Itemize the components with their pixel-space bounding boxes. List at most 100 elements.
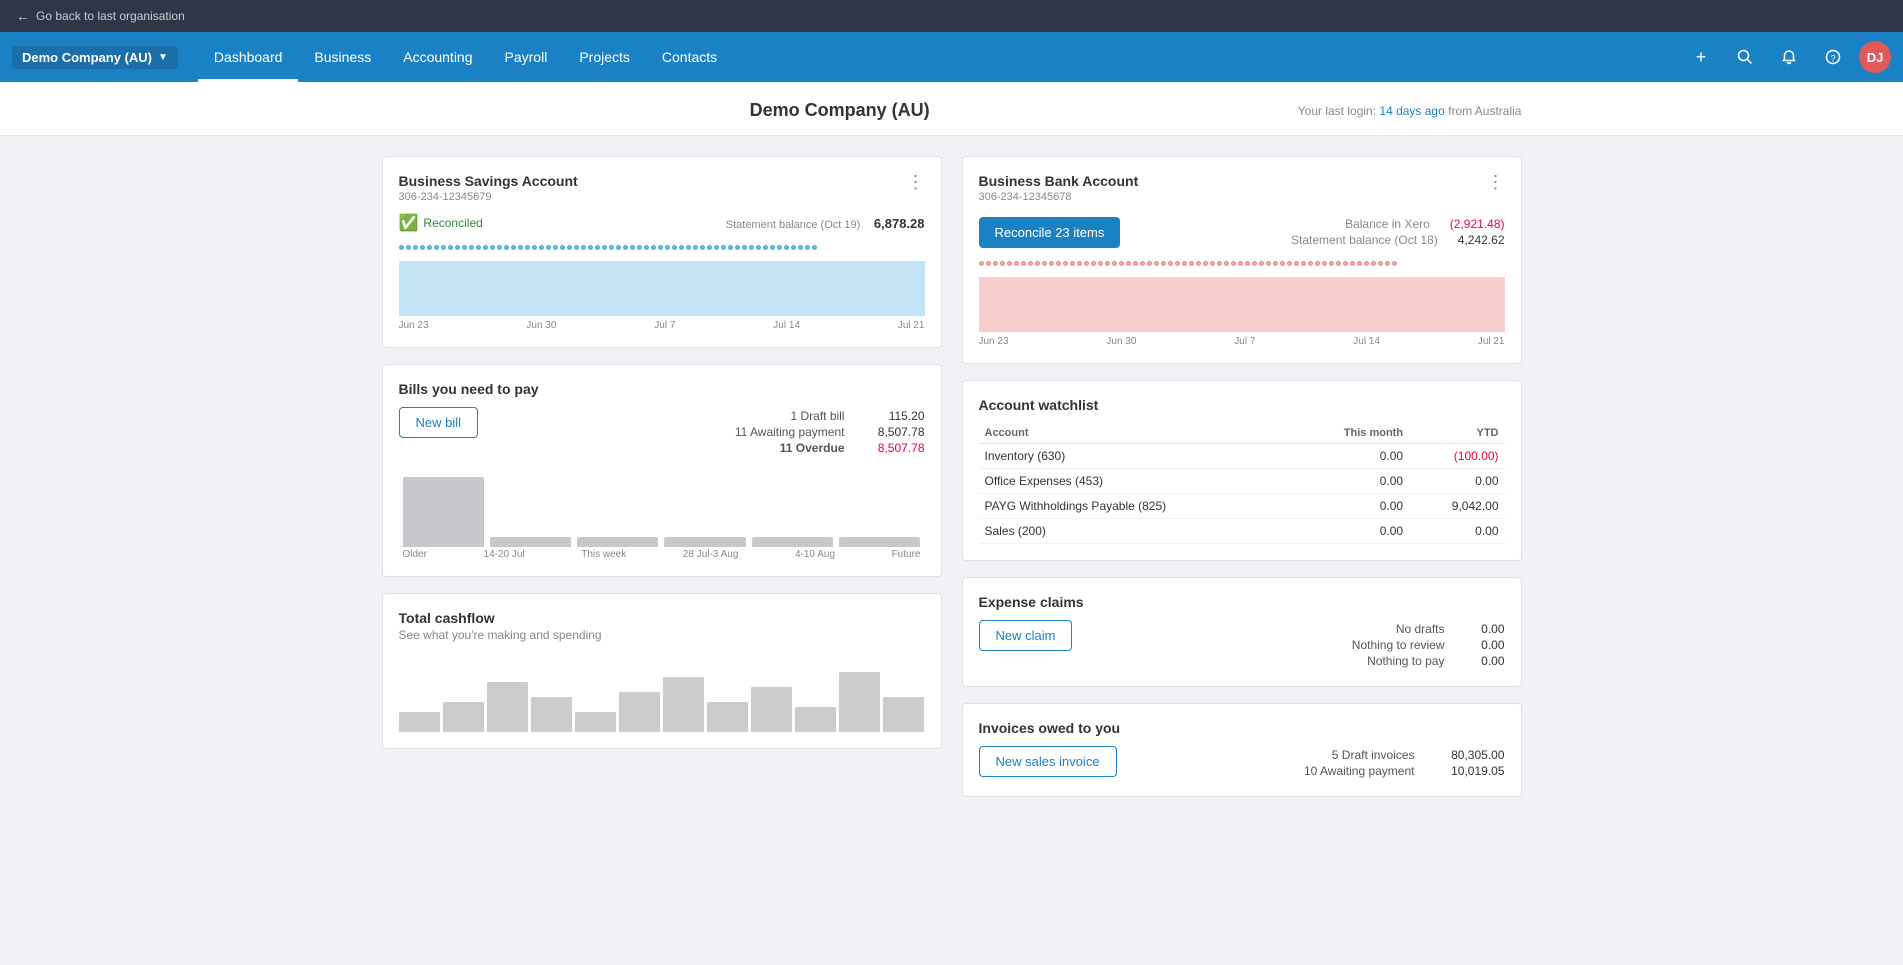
chart-dot: [1098, 261, 1103, 266]
nav-payroll[interactable]: Payroll: [489, 32, 564, 82]
chart-dot: [1077, 261, 1082, 266]
chart-dot: [490, 245, 495, 250]
chart-label: Jul 14: [1353, 336, 1380, 347]
table-row: Sales (200) 0.00 0.00: [979, 519, 1505, 544]
savings-chart: [399, 241, 925, 316]
cashflow-title: Total cashflow: [399, 610, 925, 626]
bank-chart-dots: [979, 261, 1505, 266]
chart-dot: [441, 245, 446, 250]
company-selector[interactable]: Demo Company (AU) ▼: [12, 46, 178, 69]
chart-dot: [735, 245, 740, 250]
bar-label: Future: [892, 549, 921, 560]
chart-dot: [700, 245, 705, 250]
table-row: PAYG Withholdings Payable (825) 0.00 9,0…: [979, 494, 1505, 519]
help-button[interactable]: ?: [1815, 39, 1851, 75]
chart-dot: [399, 245, 404, 250]
watchlist-this-month: 0.00: [1293, 444, 1409, 469]
nav-business[interactable]: Business: [298, 32, 387, 82]
savings-title: Business Savings Account: [399, 173, 578, 189]
chart-label: Jul 21: [898, 320, 925, 331]
expense-claims-card: Expense claims New claim No drafts 0.00 …: [962, 577, 1522, 687]
nav-accounting[interactable]: Accounting: [387, 32, 488, 82]
chart-dot: [651, 245, 656, 250]
chart-dot: [1343, 261, 1348, 266]
invoices-left: New sales invoice: [979, 746, 1117, 777]
nav-dashboard[interactable]: Dashboard: [198, 32, 299, 82]
chart-dot: [1147, 261, 1152, 266]
chart-dot: [448, 245, 453, 250]
bar-label: This week: [581, 549, 626, 560]
chart-dot: [420, 245, 425, 250]
expense-right: No drafts 0.00 Nothing to review 0.00 No…: [1092, 620, 1504, 670]
watchlist-col-account: Account: [979, 423, 1294, 444]
chart-dot: [581, 245, 586, 250]
savings-menu-icon[interactable]: ⋮: [907, 173, 925, 191]
expense-row-review: Nothing to review 0.00: [1092, 638, 1504, 652]
reconcile-button[interactable]: Reconcile 23 items: [979, 217, 1121, 248]
chart-dot: [497, 245, 502, 250]
nav-projects[interactable]: Projects: [563, 32, 646, 82]
chart-dot: [693, 245, 698, 250]
chart-dot: [1035, 261, 1040, 266]
nav-links: Dashboard Business Accounting Payroll Pr…: [198, 32, 1683, 82]
chart-dot: [1168, 261, 1173, 266]
invoices-title: Invoices owed to you: [979, 720, 1505, 736]
watchlist-header-row: Account This month YTD: [979, 423, 1505, 444]
chart-dot: [476, 245, 481, 250]
watchlist-body: Inventory (630) 0.00 (100.00) Office Exp…: [979, 444, 1505, 544]
chart-dot: [1112, 261, 1117, 266]
chart-dot: [637, 245, 642, 250]
new-claim-button[interactable]: New claim: [979, 620, 1073, 651]
chart-dot: [672, 245, 677, 250]
chart-dot: [1056, 261, 1061, 266]
chart-dot: [1000, 261, 1005, 266]
bar-future: [839, 537, 920, 547]
watchlist-account: PAYG Withholdings Payable (825): [979, 494, 1294, 519]
main-content: Business Savings Account 306-234-1234567…: [352, 136, 1552, 833]
banner-text[interactable]: Go back to last organisation: [36, 9, 185, 23]
nav-contacts[interactable]: Contacts: [646, 32, 733, 82]
bar-label: 28 Jul-3 Aug: [683, 549, 739, 560]
savings-chart-fill: [399, 261, 925, 316]
savings-chart-labels: Jun 23 Jun 30 Jul 7 Jul 14 Jul 21: [399, 320, 925, 331]
chart-dot: [993, 261, 998, 266]
chart-dot: [595, 245, 600, 250]
notifications-button[interactable]: [1771, 39, 1807, 75]
new-bill-button[interactable]: New bill: [399, 407, 479, 438]
chart-dot: [462, 245, 467, 250]
chart-dot: [1224, 261, 1229, 266]
bank-account-number: 306-234-12345678: [979, 191, 1139, 203]
bank-menu-icon[interactable]: ⋮: [1487, 173, 1505, 191]
nav-right: + ? DJ: [1683, 39, 1891, 75]
add-button[interactable]: +: [1683, 39, 1719, 75]
watchlist-col-ytd: YTD: [1409, 423, 1504, 444]
cashflow-chart: [399, 652, 925, 732]
chart-dot: [1287, 261, 1292, 266]
last-login-time[interactable]: 14 days ago: [1379, 104, 1444, 118]
chart-dot: [630, 245, 635, 250]
chart-dot: [749, 245, 754, 250]
user-avatar[interactable]: DJ: [1859, 41, 1891, 73]
chart-dot: [742, 245, 747, 250]
new-sales-invoice-button[interactable]: New sales invoice: [979, 746, 1117, 777]
chart-dot: [483, 245, 488, 250]
chart-label: Jun 30: [1106, 336, 1136, 347]
invoices-awaiting-value: 10,019.05: [1435, 764, 1505, 778]
watchlist-account: Office Expenses (453): [979, 469, 1294, 494]
expense-left: New claim: [979, 620, 1073, 651]
chart-dot: [546, 245, 551, 250]
bar-older: [403, 477, 484, 547]
search-button[interactable]: [1727, 39, 1763, 75]
chart-dot: [1182, 261, 1187, 266]
cashflow-subtitle: See what you're making and spending: [399, 628, 925, 642]
invoices-awaiting-label: 10 Awaiting payment: [1304, 764, 1415, 778]
chart-dot: [1238, 261, 1243, 266]
chart-dot: [986, 261, 991, 266]
bar-label: 4-10 Aug: [795, 549, 835, 560]
expense-review-label: Nothing to review: [1352, 638, 1445, 652]
invoices-draft-value: 80,305.00: [1435, 748, 1505, 762]
chart-dot: [1126, 261, 1131, 266]
bills-row-awaiting: 11 Awaiting payment 8,507.78: [498, 425, 924, 439]
bar-this-week: [577, 537, 658, 547]
invoices-right: 5 Draft invoices 80,305.00 10 Awaiting p…: [1137, 746, 1505, 780]
